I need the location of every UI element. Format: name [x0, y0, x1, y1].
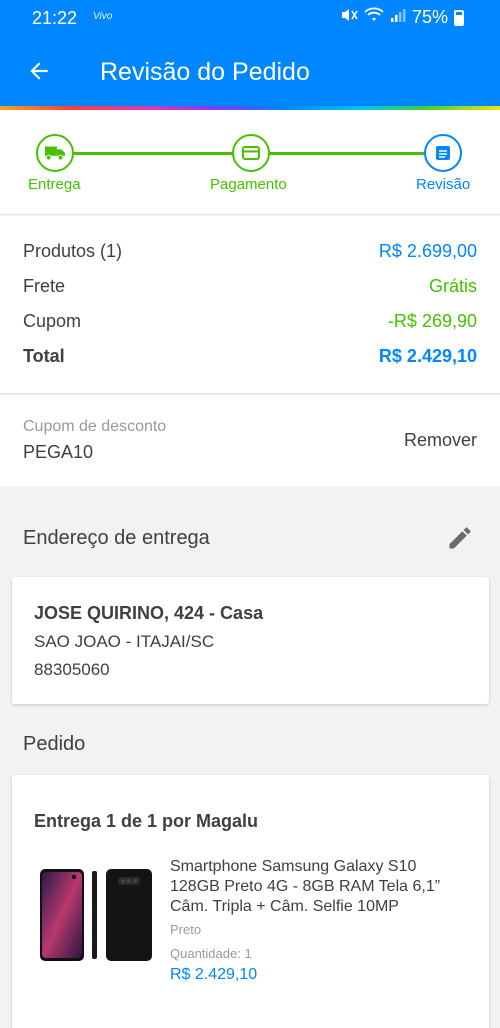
address-zip: 88305060 [34, 660, 110, 679]
pencil-icon [449, 527, 471, 549]
app-bar: 21:22 Vivo 75% Revisão do Pedido [0, 0, 500, 106]
address-card: JOSE QUIRINO, 424 - Casa SAO JOAO - ITAJ… [12, 577, 489, 704]
step-review-label: Revisão [416, 176, 471, 193]
total-label: Total [23, 346, 65, 366]
coupon-section: Cupom de desconto PEGA10 Remover [0, 396, 500, 486]
wifi-icon [364, 7, 384, 28]
product-name[interactable]: Smartphone Samsung Galaxy S10 128GB Pret… [170, 857, 470, 917]
delivery-heading: Entrega 1 de 1 por Magalu [34, 811, 259, 831]
credit-card-icon [242, 146, 260, 160]
step-delivery[interactable] [36, 134, 74, 172]
back-button[interactable] [22, 54, 56, 88]
products-value: R$ 2.699,00 [378, 241, 477, 261]
coupon-discount-value: -R$ 269,90 [387, 311, 477, 331]
coupon-code: PEGA10 [23, 442, 94, 462]
step-payment-label: Pagamento [210, 176, 287, 193]
summary-row-products: Produtos (1) R$ 2.699,00 [23, 241, 477, 262]
step-connector [268, 152, 424, 155]
status-icons: 75% [340, 7, 464, 28]
address-street: JOSE QUIRINO, 424 - Casa [34, 603, 264, 623]
order-section-title: Pedido [23, 733, 86, 755]
product-price: R$ 2.429,10 [170, 966, 258, 983]
remove-coupon-button[interactable]: Remover [404, 430, 477, 451]
order-card: Entrega 1 de 1 por Magalu Smartphone Sam… [12, 775, 489, 1028]
product-color: Preto [170, 922, 202, 937]
signal-icon [390, 7, 406, 28]
edit-address-button[interactable] [446, 524, 474, 552]
address-section-title: Endereço de entrega [23, 527, 210, 549]
address-city: SAO JOAO - ITAJAI/SC [34, 632, 215, 651]
status-bar: 21:22 Vivo 75% [0, 0, 500, 36]
step-review[interactable] [424, 134, 462, 172]
coupon-label: Cupom de desconto [23, 418, 167, 435]
order-summary: Produtos (1) R$ 2.699,00 Frete Grátis Cu… [0, 216, 500, 394]
status-carrier: Vivo [93, 11, 113, 22]
step-connector [74, 152, 234, 155]
shipping-label: Frete [23, 276, 66, 296]
battery-percent: 75% [411, 7, 448, 27]
summary-row-total: Total R$ 2.429,10 [23, 346, 477, 367]
product-image [38, 867, 154, 963]
arrow-back-icon [30, 62, 48, 80]
status-time: 21:22 [32, 8, 78, 28]
summary-row-coupon: Cupom -R$ 269,90 [23, 311, 477, 332]
truck-icon [44, 146, 66, 161]
step-delivery-label: Entrega [28, 176, 81, 193]
shipping-value: Grátis [428, 276, 477, 296]
battery-icon [454, 9, 464, 26]
step-payment[interactable] [232, 134, 270, 172]
summary-row-shipping: Frete Grátis [23, 276, 477, 297]
product-quantity: Quantidade: 1 [170, 946, 252, 961]
document-icon [436, 146, 450, 160]
products-label: Produtos (1) [23, 241, 123, 261]
page-title: Revisão do Pedido [100, 58, 310, 86]
checkout-stepper: Entrega Pagamento Revisão [0, 110, 500, 215]
coupon-discount-label: Cupom [23, 311, 82, 331]
mute-icon [340, 7, 358, 28]
total-value: R$ 2.429,10 [378, 346, 477, 366]
